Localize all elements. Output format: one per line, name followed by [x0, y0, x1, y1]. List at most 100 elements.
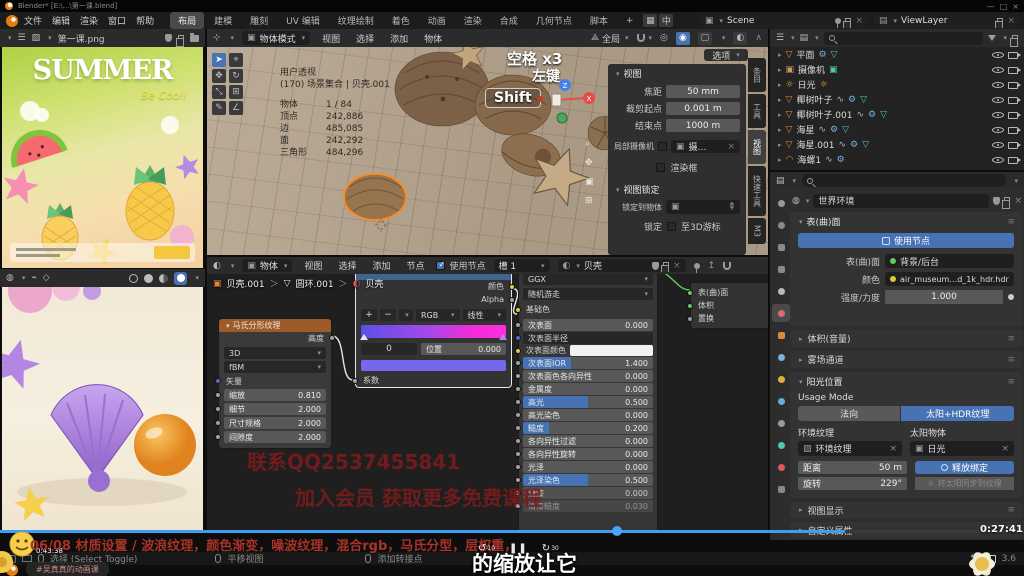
musgrave-output-socket[interactable] — [329, 335, 335, 341]
bsdf-distribution-dropdown[interactable]: GGX▾ — [523, 274, 653, 285]
rotate-tool-icon[interactable]: ↻ — [229, 69, 243, 83]
vector-socket[interactable] — [215, 378, 221, 384]
shader-menu-view[interactable]: 视图 — [300, 258, 326, 273]
strength-slider[interactable]: 1.000 — [885, 290, 1003, 304]
bsdf-aniso-rotation-row[interactable]: 各向异性旋转0.000 — [523, 448, 653, 460]
orientation-dropdown[interactable]: ⟁全局▾ — [591, 32, 629, 45]
n-tab-m3[interactable]: M3 — [748, 218, 766, 244]
outliner-row-plane[interactable]: ▸▽平面⚙▽ — [770, 47, 1024, 62]
breadcrumb-mesh[interactable]: 圆环.001 — [296, 277, 334, 290]
close-button[interactable]: × — [1012, 2, 1019, 11]
overlays-icon[interactable]: ▢ — [698, 32, 712, 45]
outliner-row-starfish-001[interactable]: ▸▽海星.001∿⚙▽ — [770, 137, 1024, 152]
n-tab-tool[interactable]: 工具 — [748, 94, 766, 128]
shading-dropdown-icon[interactable]: ◐ — [733, 32, 747, 45]
workspace-tab-sculpting[interactable]: 雕刻 — [242, 12, 276, 29]
ramp-stop-left[interactable] — [360, 334, 368, 340]
pin-icon[interactable] — [694, 263, 700, 269]
workspace-tab-scripting[interactable]: 脚本 — [582, 12, 616, 29]
parent-node-tree-icon[interactable]: ↥ — [708, 261, 716, 271]
maximize-button[interactable]: □ — [1000, 2, 1008, 11]
workspace-tab-shading[interactable]: 着色 — [384, 12, 418, 29]
volume-panel[interactable]: ▸体积(音量)≡ — [790, 330, 1022, 347]
shader-editor-icon[interactable]: ◐ — [213, 261, 221, 271]
env-texture-field[interactable]: ▨环境纹理× — [798, 441, 902, 456]
outliner-search[interactable] — [824, 32, 984, 45]
preview-viewport-scene[interactable] — [2, 287, 203, 532]
rotation-slider[interactable]: 旋转229° — [798, 477, 907, 490]
render-visibility-toggle[interactable] — [1008, 142, 1018, 149]
pan-icon[interactable]: ✥ — [585, 158, 594, 168]
active-tool-toggle-icon[interactable]: ◉ — [676, 32, 690, 45]
workspace-tab-compositing[interactable]: 合成 — [492, 12, 526, 29]
image-icon[interactable]: ▨ — [32, 33, 41, 43]
render-properties-tab[interactable] — [772, 216, 790, 234]
output-properties-tab[interactable] — [772, 238, 790, 256]
bsdf-specular-row[interactable]: 高光0.500 — [523, 396, 653, 408]
properties-search[interactable] — [802, 174, 1006, 187]
render-visibility-toggle[interactable] — [1008, 157, 1018, 164]
mode-icon[interactable]: ⌁ — [31, 273, 36, 283]
viewport-menu-add[interactable]: 添加 — [386, 31, 412, 46]
colorramp-node[interactable]: 颜色 Alpha + − ▾ RGB▾ 线性▾ 0 位置0.000 系数 — [355, 274, 512, 388]
ramp-color-socket[interactable] — [509, 284, 515, 290]
render-visibility-toggle[interactable] — [1008, 67, 1018, 74]
ramp-factor-socket[interactable] — [352, 378, 358, 384]
ramp-index-field[interactable]: 0 — [361, 343, 417, 355]
ramp-color-swatch[interactable] — [361, 360, 506, 371]
annotate-tool-icon[interactable]: ✎ — [212, 101, 226, 115]
ramp-position-slider[interactable]: 位置0.000 — [421, 343, 506, 355]
transform-tool-icon[interactable]: ⊞ — [229, 85, 243, 99]
shading-solid-icon[interactable] — [144, 274, 153, 283]
blender-menu-icon[interactable] — [6, 15, 18, 27]
workspace-tab-layout[interactable]: 布局 — [170, 12, 204, 29]
object-properties-tab[interactable] — [772, 326, 790, 344]
ramp-interpolation-dropdown[interactable]: 线性▾ — [463, 309, 507, 321]
bsdf-sheen-row[interactable]: 光泽0.000 — [523, 461, 653, 473]
open-image-icon[interactable] — [190, 35, 199, 42]
texture-properties-tab[interactable] — [772, 480, 790, 498]
particles-properties-tab[interactable] — [772, 370, 790, 388]
local-camera-checkbox[interactable] — [658, 142, 667, 151]
sun-object-field[interactable]: ▣日光× — [910, 441, 1014, 456]
remove-viewlayer-icon[interactable]: × — [1007, 16, 1015, 26]
copy-icon[interactable] — [663, 262, 669, 269]
ortho-toggle-icon[interactable]: ⊞ — [585, 196, 594, 206]
mode-dropdown[interactable]: ▣物体模式▾ — [242, 31, 310, 45]
data-properties-tab[interactable] — [772, 436, 790, 454]
hide-eye-toggle[interactable] — [992, 140, 1004, 150]
select-tool-icon[interactable]: ➤ — [212, 53, 226, 67]
workspace-tab-modeling[interactable]: 建模 — [206, 12, 240, 29]
outliner-row-camera[interactable]: ▸▣摄像机▣ — [770, 62, 1024, 77]
menu-window[interactable]: 窗口 — [104, 13, 130, 28]
hide-eye-toggle[interactable] — [992, 50, 1004, 60]
menu-file[interactable]: 文件 — [20, 13, 46, 28]
fake-user-icon[interactable] — [993, 197, 1000, 205]
render-visibility-toggle[interactable] — [1008, 97, 1018, 104]
ramp-add-stop-button[interactable]: + — [361, 309, 377, 321]
sync-sun-button[interactable]: ☼将太阳同步到纹理 — [915, 477, 1014, 490]
ramp-tools-dropdown[interactable]: ▾ — [399, 309, 413, 321]
selected-shell[interactable] — [344, 174, 406, 220]
transform-gizmo[interactable]: X Z — [535, 78, 599, 128]
shading-material-icon[interactable] — [159, 274, 168, 283]
shading-rendered-icon[interactable] — [174, 272, 187, 285]
animate-dot-icon[interactable] — [1008, 294, 1014, 300]
outliner-row-conch[interactable]: ▸◠海螺1∿⚙ — [770, 152, 1024, 167]
editor-type-icon[interactable]: ◍ — [6, 273, 14, 283]
pin-icon[interactable] — [835, 18, 841, 24]
bsdf-subsurface-ior-row[interactable]: 次表面IOR1.400 — [523, 357, 653, 369]
surface-panel-title[interactable]: 表(曲)面 — [807, 215, 841, 228]
bsdf-subsurface-radius-row[interactable]: 次表面半径 — [523, 332, 653, 344]
subsurface-color-swatch[interactable] — [570, 345, 653, 356]
bsdf-sheen-tint-row[interactable]: 光泽染色0.500 — [523, 474, 653, 486]
clear-scene-icon[interactable]: × — [855, 16, 863, 26]
render-visibility-toggle[interactable] — [1008, 112, 1018, 119]
hide-eye-toggle[interactable] — [992, 155, 1004, 165]
bsdf-clearcoat-row[interactable]: 清漆0.000 — [523, 487, 653, 499]
camera-view-icon[interactable]: ▣ — [585, 177, 594, 187]
mode-sun-hdr-button[interactable]: 太阳+HDR纹理 — [901, 406, 1014, 421]
lock-object-field[interactable]: ▣✎ — [666, 200, 740, 214]
render-visibility-toggle[interactable] — [1008, 82, 1018, 89]
material-properties-tab[interactable] — [772, 458, 790, 476]
